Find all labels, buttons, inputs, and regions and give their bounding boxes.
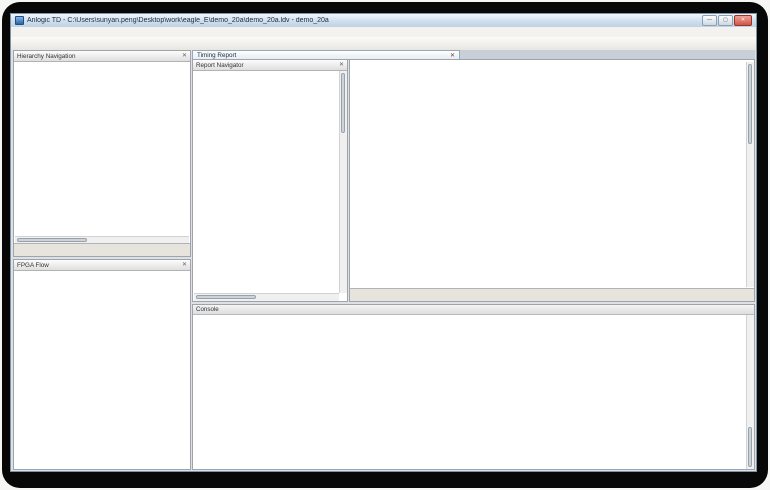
hierarchy-panel-title: Hierarchy Navigation <box>17 53 75 60</box>
hierarchy-panel-tabs <box>14 243 190 256</box>
fpga-flow-header: FPGA Flow ✕ <box>14 260 190 271</box>
console-title: Console <box>196 306 219 313</box>
report-navigator-panel: Report Navigator ✕ <box>192 59 348 302</box>
window-title: Anlogic TD - C:\Users\sunyan.peng\Deskto… <box>27 17 699 24</box>
view-tabs <box>350 288 754 301</box>
vertical-scrollbar[interactable] <box>746 62 754 287</box>
report-navigator-title: Report Navigator <box>196 62 244 69</box>
app-icon <box>15 16 24 25</box>
fpga-flow-panel: FPGA Flow ✕ <box>13 259 191 470</box>
hierarchy-panel-header: Hierarchy Navigation ✕ <box>14 51 190 62</box>
minimize-button[interactable]: — <box>702 15 717 26</box>
tab-close-icon[interactable]: ✕ <box>450 52 455 59</box>
main-area: Hierarchy Navigation ✕ FPGA Flow ✕ <box>11 50 756 471</box>
report-navigator-header: Report Navigator ✕ <box>193 60 347 71</box>
maximize-button[interactable]: ▢ <box>718 15 733 26</box>
window-controls: — ▢ ✕ <box>702 15 752 26</box>
title-bar: Anlogic TD - C:\Users\sunyan.peng\Deskto… <box>11 14 756 28</box>
vertical-scrollbar[interactable] <box>339 71 347 293</box>
fpga-flow-tree <box>15 271 189 468</box>
vertical-scrollbar[interactable] <box>746 315 754 469</box>
toolbar <box>11 37 756 51</box>
fpga-flow-title: FPGA Flow <box>17 262 49 269</box>
close-button[interactable]: ✕ <box>734 15 752 26</box>
panel-close-icon[interactable]: ✕ <box>182 261 187 269</box>
tab-label: Timing Report <box>197 52 236 59</box>
horizontal-scrollbar[interactable] <box>194 293 339 301</box>
tab-timing-report[interactable]: Timing Report ✕ <box>192 50 460 59</box>
hierarchy-panel: Hierarchy Navigation ✕ <box>13 50 191 257</box>
timing-report-panel <box>349 59 755 302</box>
panel-close-icon[interactable]: ✕ <box>339 61 344 69</box>
console-output <box>196 315 745 469</box>
console-panel: Console <box>192 304 755 470</box>
hierarchy-tree <box>15 62 189 240</box>
report-navigator-tree <box>194 71 346 286</box>
panel-close-icon[interactable]: ✕ <box>182 52 187 60</box>
app-window: Anlogic TD - C:\Users\sunyan.peng\Deskto… <box>10 13 757 472</box>
screenshot-frame: Anlogic TD - C:\Users\sunyan.peng\Deskto… <box>2 2 768 488</box>
console-header: Console <box>193 305 754 315</box>
